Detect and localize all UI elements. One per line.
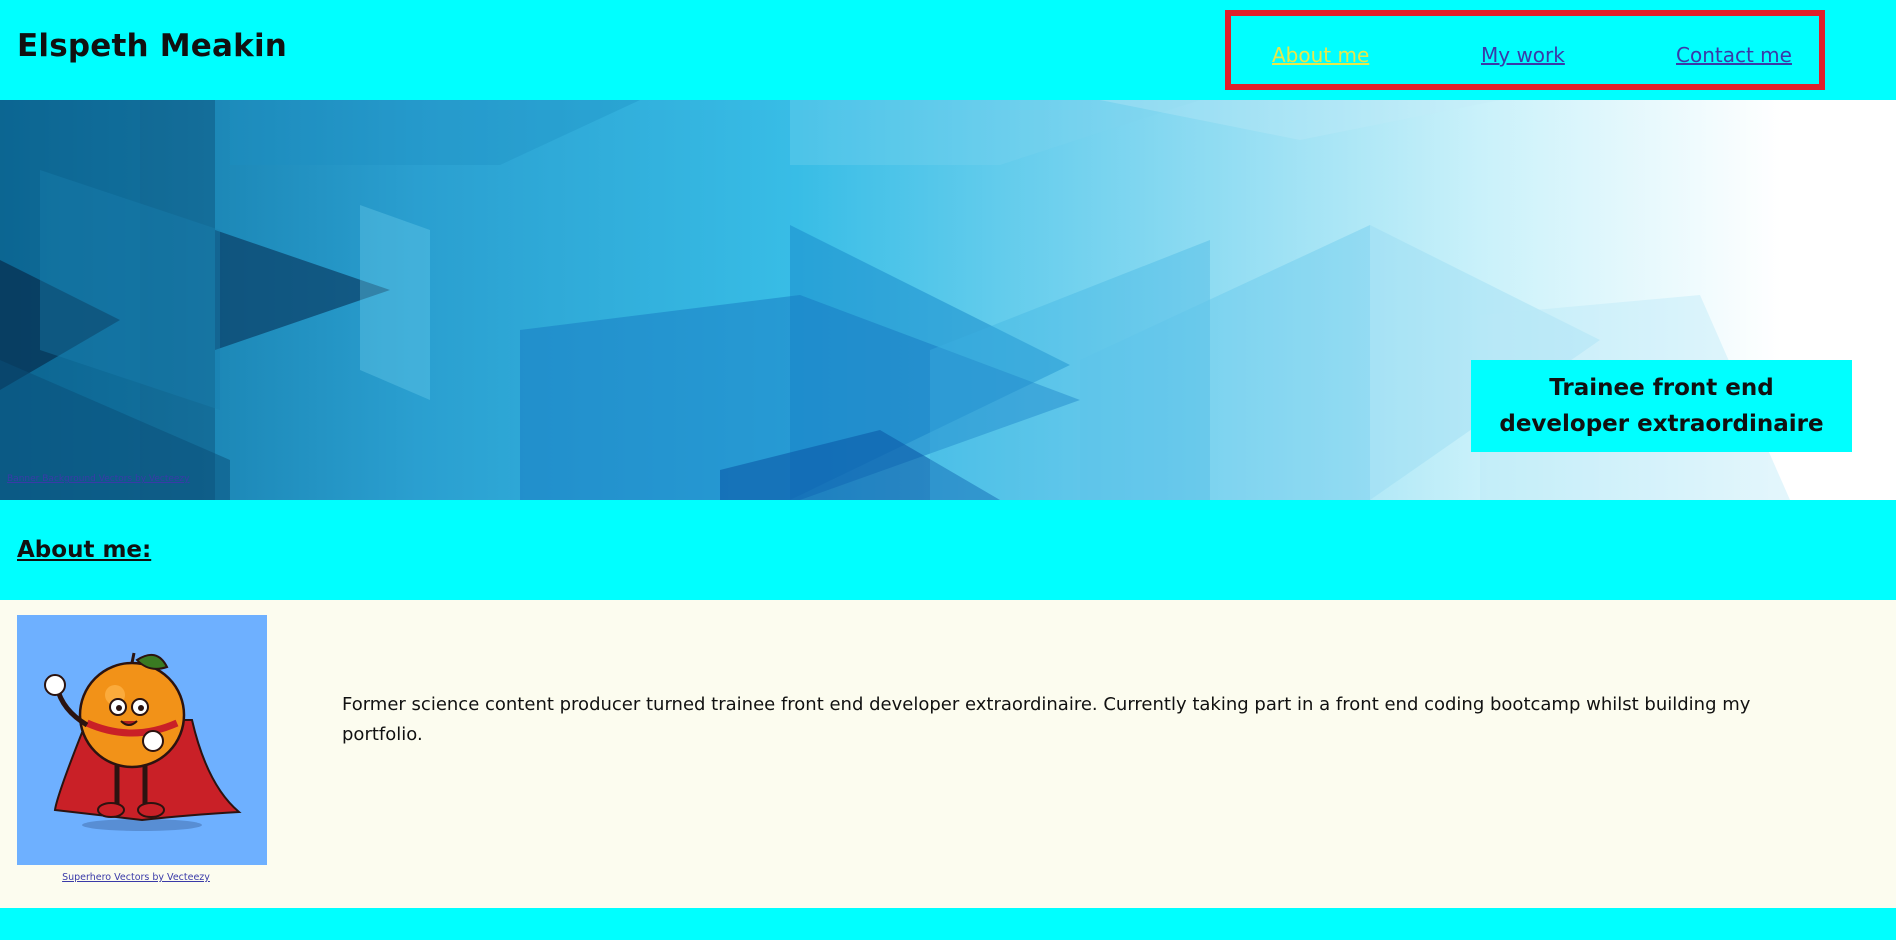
main-nav: About me My work Contact me	[1225, 10, 1825, 90]
about-content: Superhero Vectors by Vecteezy Former sci…	[0, 600, 1896, 908]
nav-link-work[interactable]: My work	[1481, 43, 1565, 67]
bottom-strip	[0, 908, 1896, 940]
tagline-text: Trainee front end developer extraordinai…	[1499, 375, 1824, 437]
tagline-box: Trainee front end developer extraordinai…	[1471, 360, 1852, 452]
site-header: Elspeth Meakin About me My work Contact …	[0, 0, 1896, 100]
nav-link-about[interactable]: About me	[1272, 43, 1369, 67]
site-title: Elspeth Meakin	[17, 28, 288, 64]
superhero-orange-icon	[44, 652, 242, 831]
banner-credit-link[interactable]: Banner Background Vectors by Vecteezy	[7, 474, 189, 484]
hero-banner: Banner Background Vectors by Vecteezy Tr…	[0, 100, 1896, 500]
bio-text: Former science content producer turned t…	[342, 694, 1751, 745]
avatar-credit-link[interactable]: Superhero Vectors by Vecteezy	[0, 872, 272, 883]
about-heading-band: About me:	[0, 500, 1896, 600]
nav-link-contact[interactable]: Contact me	[1676, 43, 1792, 67]
avatar-image	[17, 615, 267, 865]
about-heading: About me:	[17, 537, 152, 563]
